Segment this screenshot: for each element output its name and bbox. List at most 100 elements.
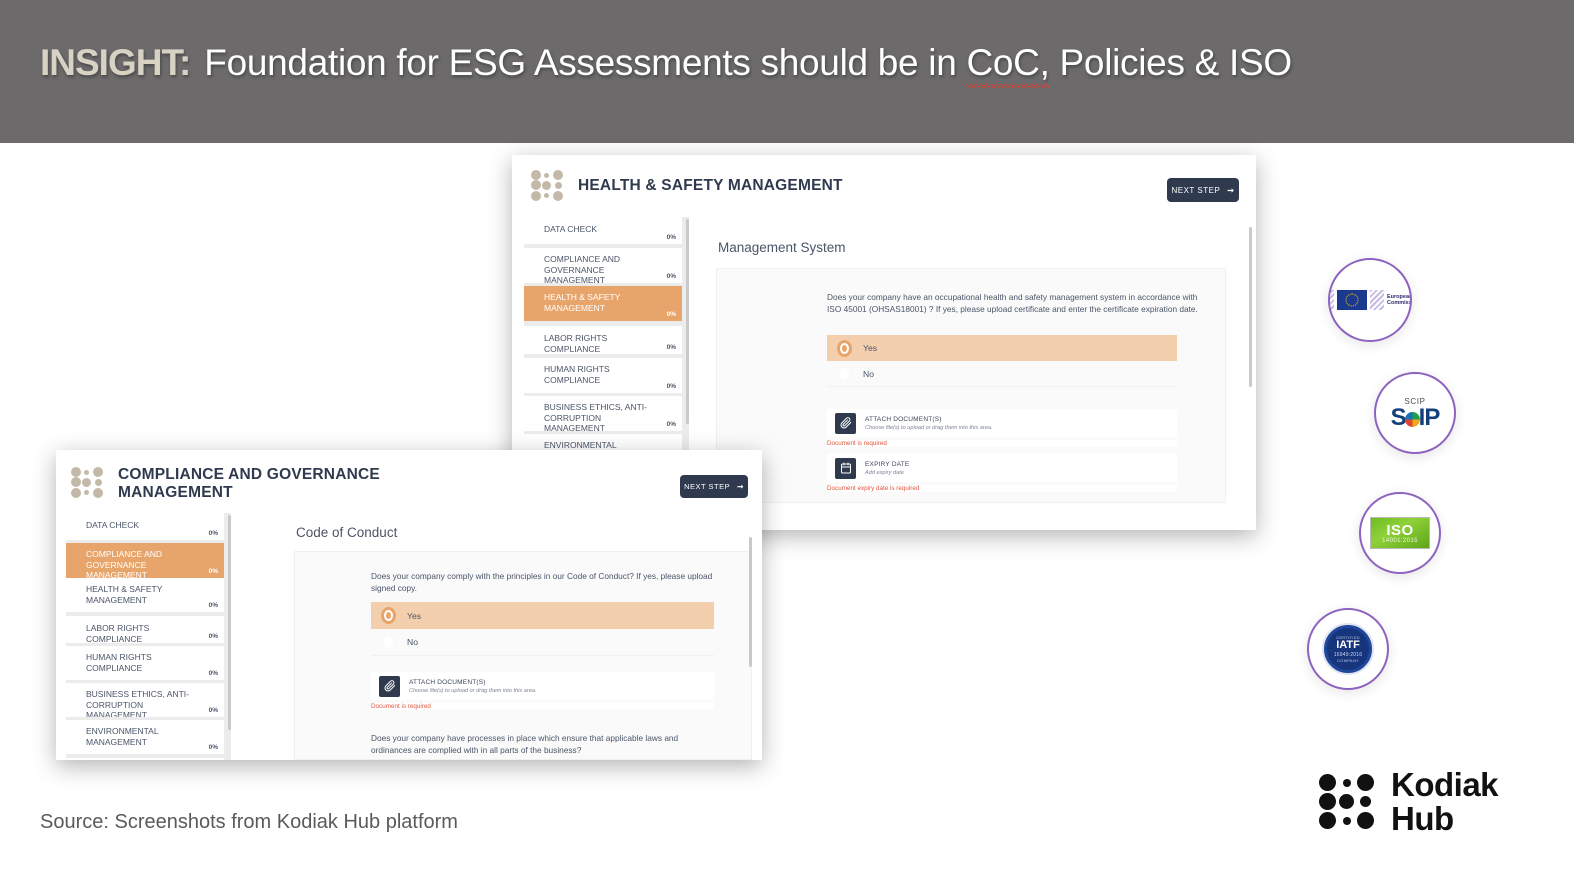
hs-attach-document-row[interactable]: ATTACH DOCUMENT(S) Choose file(s) to upl… <box>827 409 1177 437</box>
scip-logo: SCIP S IP <box>1390 397 1441 431</box>
sidebar-item-business-ethics[interactable]: BUSINESS ETHICS, ANTI-CORRUPTION MANAGEM… <box>524 396 682 434</box>
sidebar-item-label: HEALTH & SAFETY MANAGEMENT <box>86 584 163 605</box>
sidebar-item-percent: 0% <box>208 632 218 640</box>
sidebar-item-health-safety[interactable]: HEALTH & SAFETY MANAGEMENT 0% <box>524 286 682 321</box>
sidebar-item-percent: 0% <box>666 233 676 241</box>
cg-attach-document-row[interactable]: ATTACH DOCUMENT(S) Choose file(s) to upl… <box>371 672 714 700</box>
cg-option-no-label: No <box>407 637 418 647</box>
eu-flag-icon <box>1337 290 1367 310</box>
european-commission-badge: European Commission <box>1328 258 1412 342</box>
cg-content-pane: Code of Conduct Does your company comply… <box>242 513 762 760</box>
scip-big-label: S IP <box>1390 403 1441 431</box>
hs-attach-error: Document is required <box>827 440 1177 447</box>
cg-content-scrollbar[interactable] <box>749 537 752 667</box>
kodiak-dot-grid-icon <box>530 170 564 201</box>
ec-line2: Commission <box>1387 300 1412 306</box>
hs-sidebar-scrollbar[interactable] <box>686 219 689 424</box>
ec-hatch-left <box>1330 290 1334 310</box>
ec-hatch-right <box>1370 290 1384 310</box>
scip-badge: SCIP S IP <box>1374 372 1456 454</box>
sidebar-item-compliance-governance[interactable]: COMPLIANCE AND GOVERNANCE MANAGEMENT 0% <box>66 543 224 581</box>
hs-expiry-error: Document expiry date is required <box>827 485 1177 492</box>
sidebar-item-human-rights[interactable]: HUMAN RIGHTS COMPLIANCE 0% <box>524 358 682 393</box>
hs-option-no-label: No <box>863 368 874 379</box>
arrow-right-icon: ➞ <box>1227 185 1235 195</box>
cg-option-yes[interactable]: Yes <box>371 602 714 629</box>
sidebar-item-environmental[interactable]: ENVIRONMENTAL MANAGEMENT 0% <box>66 720 224 754</box>
hs-option-yes-label: Yes <box>863 343 878 353</box>
iso-sub-label: 14001:2015 <box>1382 537 1418 544</box>
cg-next-step-button[interactable]: NEXT STEP ➞ <box>680 475 748 498</box>
sidebar-item-label: BUSINESS ETHICS, ANTI-CORRUPTION MANAGEM… <box>544 402 647 434</box>
sidebar-item-business-ethics[interactable]: BUSINESS ETHICS, ANTI-CORRUPTION MANAGEM… <box>66 683 224 720</box>
iso-logo: ISO 14001:2015 <box>1370 517 1430 549</box>
hs-content-pane: Management System Does your company have… <box>702 217 1256 530</box>
sidebar-item-data-check[interactable]: DATA CHECK 0% <box>524 217 682 244</box>
sidebar-item-percent: 0% <box>666 382 676 390</box>
sidebar-item-percent: 0% <box>208 529 218 537</box>
radio-unselected-icon <box>840 368 849 379</box>
sidebar-item-health-safety[interactable]: HEALTH & SAFETY MANAGEMENT 0% <box>66 578 224 612</box>
sidebar-item-labor-rights[interactable]: LABOR RIGHTS COMPLIANCE 0% <box>66 616 224 644</box>
sidebar-item-label: ENVIRONMENTAL MANAGEMENT <box>86 726 159 747</box>
sidebar-item-label: LABOR RIGHTS COMPLIANCE <box>86 623 150 644</box>
iso-big-label: ISO <box>1386 521 1414 539</box>
sidebar-item-percent: 0% <box>666 310 676 318</box>
hs-expiry-subtitle: Add expiry date <box>865 469 904 476</box>
hs-option-yes[interactable]: Yes <box>827 335 1177 361</box>
calendar-icon <box>835 457 856 479</box>
scip-post: IP <box>1418 403 1441 431</box>
kodiak-hub-wordmark: Kodiak Hub <box>1391 766 1499 837</box>
sidebar-item-percent: 0% <box>208 601 218 609</box>
hs-section-title: Management System <box>718 240 846 255</box>
sidebar-item-label: LABOR RIGHTS COMPLIANCE <box>544 333 608 354</box>
sidebar-item-percent: 0% <box>666 343 676 351</box>
cg-option-no[interactable]: No <box>371 629 714 656</box>
sidebar-item-compliance-governance[interactable]: COMPLIANCE AND GOVERNANCE MANAGEMENT 0% <box>524 248 682 286</box>
cg-card-title-line1: COMPLIANCE AND GOVERNANCE <box>118 466 380 483</box>
title-text-post: Policies & ISO <box>1049 42 1293 83</box>
cg-sidebar: DATA CHECK 0% COMPLIANCE AND GOVERNANCE … <box>66 513 231 760</box>
kodiak-line1: Kodiak <box>1391 766 1499 803</box>
hs-option-no[interactable]: No <box>827 361 1177 387</box>
arrow-right-icon: ➞ <box>737 482 744 491</box>
cg-attach-error: Document is required <box>371 703 714 710</box>
screenshot-compliance-governance-card: COMPLIANCE AND GOVERNANCE MANAGEMENT NEX… <box>56 450 762 760</box>
cg-option-yes-label: Yes <box>407 610 422 621</box>
cg-sidebar-scrollbar[interactable] <box>228 515 231 730</box>
sidebar-item-quality[interactable]: QUALITY MANAGEMENT 0% <box>66 758 224 760</box>
hs-expiry-date-row[interactable]: EXPIRY DATE Add expiry date <box>827 454 1177 482</box>
cg-section-title: Code of Conduct <box>296 525 398 540</box>
cg-next-question-text: Does your company have processes in plac… <box>371 733 679 756</box>
sidebar-item-label: COMPLIANCE AND GOVERNANCE MANAGEMENT <box>86 549 163 581</box>
kodiak-dot-grid-icon <box>70 467 104 498</box>
iso-14001-badge: ISO 14001:2015 <box>1359 492 1441 574</box>
sidebar-item-human-rights[interactable]: HUMAN RIGHTS COMPLIANCE 0% <box>66 646 224 680</box>
insight-label: INSIGHT: <box>40 42 191 83</box>
sidebar-item-data-check[interactable]: DATA CHECK 0% <box>66 513 224 540</box>
hs-question-panel: Does your company have an occupational h… <box>716 268 1226 503</box>
iatf-logo: CERTIFIED IATF 16949:2016 COMPANY <box>1322 623 1374 675</box>
slide-root: INSIGHT: Foundation for ESG Assessments s… <box>0 0 1574 886</box>
hs-next-step-button[interactable]: NEXT STEP ➞ <box>1167 178 1239 202</box>
paperclip-icon <box>379 675 400 697</box>
kodiak-line2: Hub <box>1391 799 1454 837</box>
cg-card-header: COMPLIANCE AND GOVERNANCE MANAGEMENT NEX… <box>56 450 762 512</box>
cg-card-title: COMPLIANCE AND GOVERNANCE MANAGEMENT <box>118 466 448 503</box>
iatf-16949-badge: CERTIFIED IATF 16949:2016 COMPANY <box>1307 608 1389 690</box>
kodiak-hub-logo: Kodiak Hub <box>1318 766 1499 837</box>
sidebar-item-percent: 0% <box>208 669 218 677</box>
scip-color-wheel-icon <box>1404 411 1420 427</box>
page-title: INSIGHT: Foundation for ESG Assessments s… <box>40 42 1293 88</box>
cg-card-title-line2: MANAGEMENT <box>118 484 233 502</box>
sidebar-item-label: COMPLIANCE AND GOVERNANCE MANAGEMENT <box>544 254 621 286</box>
hs-content-scrollbar[interactable] <box>1249 227 1252 387</box>
scip-pre: S <box>1390 403 1407 431</box>
hs-card-header: HEALTH & SAFETY MANAGEMENT NEXT STEP ➞ <box>512 155 1256 217</box>
title-text-misspelled: CoC, <box>966 42 1050 88</box>
cg-attach-title: ATTACH DOCUMENT(S) <box>409 678 486 686</box>
cg-attach-subtitle: Choose file(s) to upload or drag them in… <box>409 687 537 694</box>
title-text-pre: Foundation for ESG Assessments should be… <box>204 42 967 83</box>
radio-unselected-icon <box>384 636 393 648</box>
sidebar-item-labor-rights[interactable]: LABOR RIGHTS COMPLIANCE 0% <box>524 326 682 354</box>
